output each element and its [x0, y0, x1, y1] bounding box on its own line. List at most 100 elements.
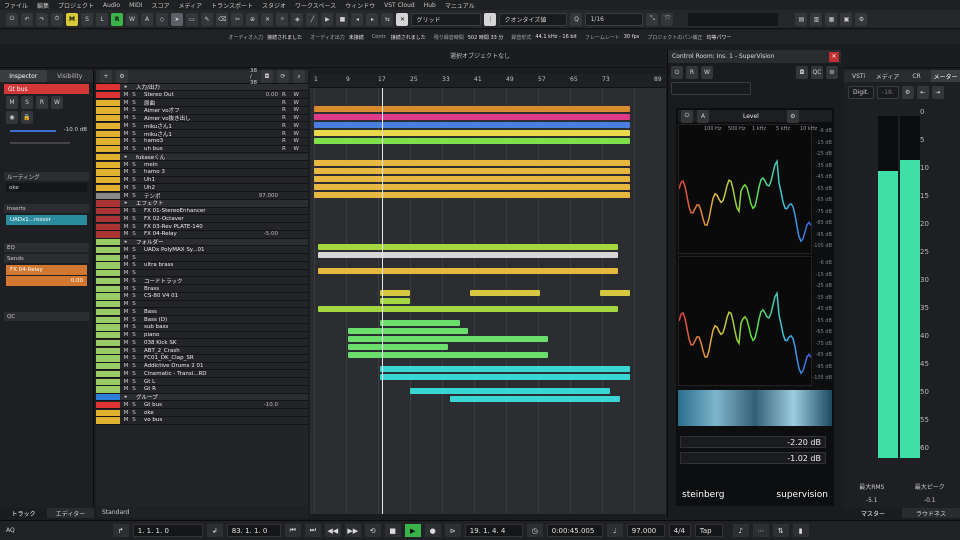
track-solo-button[interactable]: S	[130, 317, 138, 323]
quantize-q-button[interactable]: Q	[570, 12, 583, 26]
tab-editor[interactable]: エディター	[47, 508, 94, 518]
module-select[interactable]: Level	[743, 113, 759, 120]
meter-ref-select[interactable]: -18.	[877, 86, 899, 99]
track-sync-icon[interactable]: ⟳	[277, 70, 289, 83]
range-tool-icon[interactable]: ▭	[186, 12, 198, 26]
audio-event[interactable]	[348, 344, 448, 350]
tab-cr[interactable]: CR	[902, 70, 931, 82]
track-mute-button[interactable]: M	[122, 340, 130, 346]
track-mute-button[interactable]: M	[122, 402, 130, 408]
menu-item[interactable]: 編集	[37, 1, 49, 10]
time-format-icon[interactable]: ◷	[526, 524, 543, 537]
settings-icon[interactable]: ⚙	[826, 66, 838, 79]
audio-event[interactable]	[314, 114, 630, 120]
track-mute-button[interactable]: M	[122, 262, 130, 268]
track-solo-button[interactable]: S	[130, 332, 138, 338]
track-mute-button[interactable]: M	[122, 208, 130, 214]
tab-meter[interactable]: メーター	[931, 70, 960, 82]
track-row[interactable]: M Soke	[96, 409, 308, 417]
track-options-icon[interactable]: ⚙	[116, 70, 128, 83]
track-solo-button[interactable]: S	[130, 309, 138, 315]
track-rw-buttons[interactable]: R W	[282, 107, 302, 113]
level-icon[interactable]: ▮	[792, 524, 809, 537]
track-solo-button[interactable]: S	[130, 348, 138, 354]
track-row[interactable]: M S UADx PolyMAX Sy...01	[96, 246, 308, 255]
track-row[interactable]: M Suh bus R W	[96, 146, 308, 154]
track-mute-button[interactable]: M	[122, 131, 130, 137]
track-row[interactable]: M S FC01_DK_Clap_SR	[96, 355, 308, 363]
track-mute-button[interactable]: M	[122, 92, 130, 98]
track-row[interactable]: ▸ フォルダー	[96, 239, 308, 247]
audio-event[interactable]	[470, 290, 540, 296]
mute-tool-icon[interactable]: ✕	[261, 12, 274, 26]
track-mute-button[interactable]: M	[122, 231, 130, 237]
track-rw-buttons[interactable]: R W	[282, 115, 302, 121]
slider-bar[interactable]	[688, 12, 779, 26]
track-mute-button[interactable]: M	[122, 107, 130, 113]
tab-loudness[interactable]: ラウドネス	[902, 508, 960, 518]
stop-icon[interactable]: ■	[384, 524, 401, 537]
track-row[interactable]: MS	[96, 301, 308, 309]
menu-item[interactable]: MIDI	[129, 2, 142, 9]
track-solo-button[interactable]: S	[130, 224, 138, 230]
folder-icon[interactable]: ▸	[122, 154, 130, 160]
read-button[interactable]: R	[686, 66, 698, 79]
snap-type-select[interactable]: グリッド	[411, 12, 482, 26]
track-mute-button[interactable]: M	[122, 417, 130, 423]
track-solo-button[interactable]: S	[130, 324, 138, 330]
tempo-field[interactable]: 97.000	[626, 524, 665, 537]
track-mute-button[interactable]: M	[122, 386, 130, 392]
section-qc[interactable]: QC	[4, 312, 89, 321]
undo-button[interactable]: ↶	[21, 12, 33, 26]
write-automation-button[interactable]: W	[126, 12, 138, 26]
tap-button[interactable]: Tap	[694, 524, 723, 537]
pan-slider[interactable]	[10, 142, 70, 144]
volume-slider[interactable]	[10, 130, 56, 132]
write-button[interactable]: W	[701, 66, 713, 79]
go-to-start-icon[interactable]: ⏮	[284, 524, 301, 537]
track-solo-button[interactable]: S	[130, 410, 138, 416]
track-row[interactable]: M Smikuさん1 R W	[96, 130, 308, 138]
track-mute-button[interactable]: M	[122, 185, 130, 191]
constrain-delay-button[interactable]: ⏱	[51, 12, 63, 26]
track-row[interactable]: ▸ グループ	[96, 394, 308, 402]
track-mute-button[interactable]: M	[122, 224, 130, 230]
snap-type-icon[interactable]: ✕	[396, 12, 409, 26]
play-icon[interactable]: ▶	[404, 524, 421, 537]
pencil-tool-icon[interactable]: ✎	[201, 12, 213, 26]
comp-tool-icon[interactable]: ◈	[291, 12, 304, 26]
track-solo-button[interactable]: S	[130, 162, 138, 168]
track-solo-button[interactable]: S	[130, 92, 138, 98]
track-row[interactable]: MS	[96, 270, 308, 278]
section-eq[interactable]: EQ	[4, 243, 89, 252]
audio-event[interactable]	[380, 374, 630, 380]
track-rw-buttons[interactable]: R W	[282, 123, 302, 129]
track-row[interactable]: M S ABT_2_Crash	[96, 347, 308, 355]
tab-visibility[interactable]: Visibility	[46, 70, 93, 82]
track-search-icon[interactable]: ⌕	[293, 70, 305, 83]
add-track-button[interactable]: +	[100, 70, 112, 83]
track-row[interactable]: M S 038 Kick SK	[96, 339, 308, 348]
track-row[interactable]: M Smein	[96, 161, 308, 169]
arrangement-area[interactable]	[310, 88, 666, 514]
color-tool-icon[interactable]: ■	[336, 12, 349, 26]
track-row[interactable]: M S Brass	[96, 285, 308, 293]
track-row[interactable]: ▸ fukaseくん	[96, 153, 308, 162]
menu-item[interactable]: VST Cloud	[384, 2, 415, 9]
track-row[interactable]: ▸ 入力/出力	[96, 84, 308, 92]
track-row[interactable]: M Shamo 3	[96, 169, 308, 177]
automation-mode-button[interactable]: A	[141, 12, 153, 26]
track-row[interactable]: MS	[96, 254, 308, 262]
track-solo-button[interactable]: S	[130, 355, 138, 361]
playhead[interactable]	[382, 88, 383, 514]
tempo-track-icon[interactable]: ♩	[606, 524, 623, 537]
line-tool-icon[interactable]: ╱	[306, 12, 319, 26]
select-tool-icon[interactable]: ➤	[171, 12, 183, 26]
audio-event[interactable]	[318, 252, 618, 258]
automation-panel-button[interactable]: ◇	[156, 12, 168, 26]
track-volume[interactable]: -5.00	[264, 231, 278, 237]
signature-field[interactable]: 4/4	[668, 524, 691, 537]
track-mute-button[interactable]: M	[122, 247, 130, 253]
menu-item[interactable]: マニュアル	[445, 1, 475, 10]
menu-item[interactable]: トランスポート	[211, 1, 253, 10]
